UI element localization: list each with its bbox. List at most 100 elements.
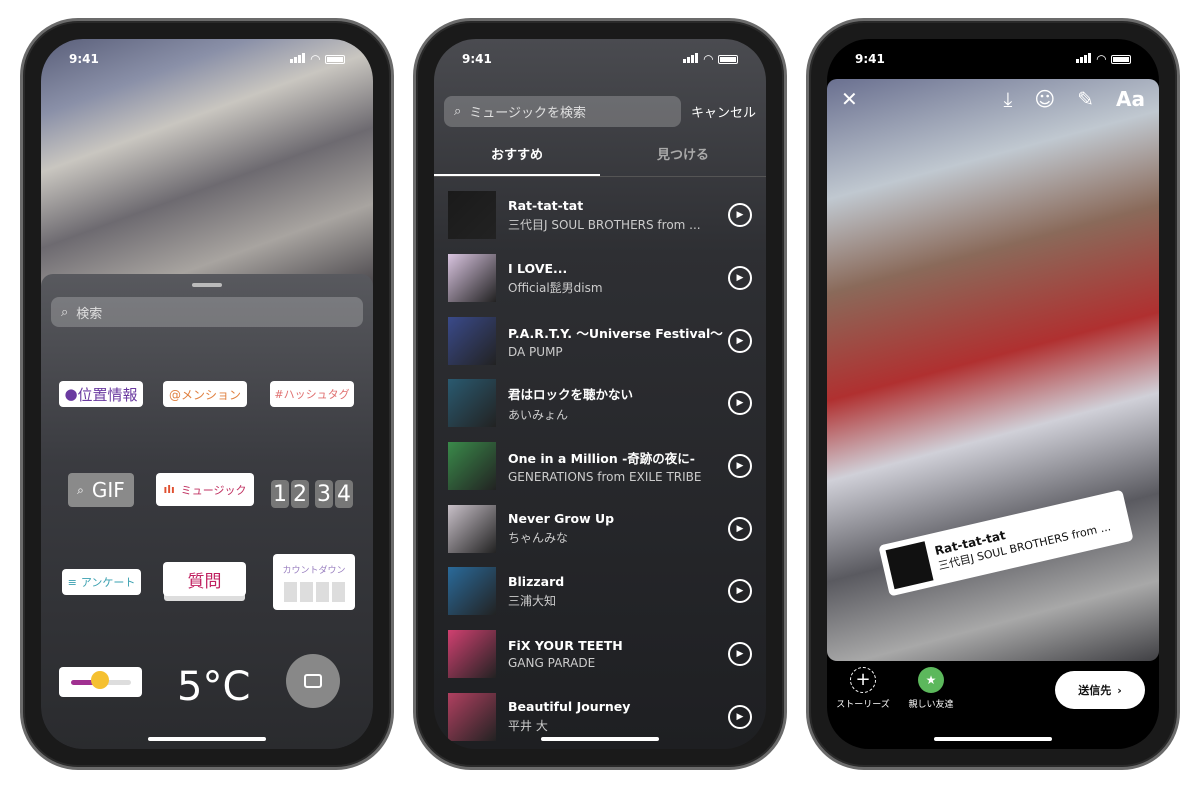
song-title: Blizzard bbox=[508, 573, 565, 589]
song-artist: GENERATIONS from EXILE TRIBE bbox=[508, 470, 702, 485]
screen: 9:41 ◠ ⌕ミュージックを検索 キャンセル おすすめ 見つける (functi… bbox=[434, 39, 766, 749]
status-bar: 9:41 ◠ bbox=[434, 39, 766, 79]
download-icon[interactable]: ⤓ bbox=[1004, 87, 1013, 111]
poll-icon: ≡ bbox=[67, 575, 77, 589]
song-row[interactable]: One in a Million -奇跡の夜に- GENERATIONS from… bbox=[434, 435, 766, 498]
draw-icon[interactable]: ✎ bbox=[1077, 87, 1094, 111]
gif-sticker[interactable]: ⌕ GIF bbox=[68, 473, 134, 507]
song-row[interactable]: P.A.R.T.Y. 〜Universe Festival〜 DA PUMP ▶ bbox=[434, 309, 766, 372]
song-artist: 三浦大知 bbox=[508, 593, 557, 608]
time-digit: 3 bbox=[315, 480, 333, 508]
wifi-icon: ◠ bbox=[1096, 52, 1106, 66]
song-artist: 平井 大 bbox=[508, 719, 548, 734]
status-bar: 9:41 ◠ bbox=[41, 39, 373, 79]
song-row[interactable]: FiX YOUR TEETH GANG PARADE ▶ bbox=[434, 623, 766, 686]
chevron-right-icon: › bbox=[1117, 683, 1122, 697]
tab-recommended[interactable]: おすすめ bbox=[434, 137, 600, 176]
screen: 9:41 ◠ ✕ ⤓ ☺ ✎ Aa Rat-tat-tat 三代目J SOUL BR… bbox=[827, 39, 1159, 749]
song-artist: ちゃんみな bbox=[508, 531, 569, 546]
search-icon: ⌕ bbox=[77, 482, 84, 497]
sticker-tray: ⌕ 検索 ● 位置情報 @メンション #ハッシュタグ ⌕ GIF ılı ミュージック … bbox=[41, 274, 373, 749]
song-row[interactable]: Rat-tat-tat 三代目J SOUL BROTHERS from ... ▶ bbox=[434, 184, 766, 247]
song-list: (function(){const d=JSON.parse(document.… bbox=[434, 184, 766, 748]
song-artist: GANG PARADE bbox=[508, 656, 596, 671]
play-icon[interactable]: ▶ bbox=[728, 704, 752, 729]
location-pin-icon: ● bbox=[64, 385, 78, 403]
drag-handle[interactable] bbox=[192, 283, 222, 287]
battery-icon bbox=[1111, 54, 1131, 64]
play-icon[interactable]: ▶ bbox=[728, 391, 752, 416]
song-row[interactable]: I LOVE... Official髭男dism ▶ bbox=[434, 247, 766, 310]
wifi-icon: ◠ bbox=[310, 52, 320, 66]
add-icon: + bbox=[850, 667, 876, 693]
song-title: FiX YOUR TEETH bbox=[508, 638, 623, 654]
status-time: 9:41 bbox=[462, 52, 492, 66]
status-icons: ◠ bbox=[1075, 52, 1131, 66]
album-art bbox=[448, 316, 496, 365]
play-icon[interactable]: ▶ bbox=[728, 266, 752, 291]
phone-music-search: 9:41 ◠ ⌕ミュージックを検索 キャンセル おすすめ 見つける (functi… bbox=[413, 18, 787, 770]
text-tool-button[interactable]: Aa bbox=[1116, 87, 1145, 111]
song-title: I LOVE... bbox=[508, 260, 568, 276]
send-to-button[interactable]: 送信先 › bbox=[1055, 671, 1145, 709]
mention-sticker[interactable]: @メンション bbox=[163, 381, 247, 407]
time-digit: 1 bbox=[271, 480, 289, 508]
song-artist: 三代目J SOUL BROTHERS from ... bbox=[508, 217, 701, 232]
music-bars-icon: ılı bbox=[163, 483, 175, 496]
tab-discover[interactable]: 見つける bbox=[600, 137, 766, 176]
stories-button[interactable]: + ストーリーズ bbox=[833, 667, 893, 710]
album-art bbox=[448, 630, 496, 679]
time-digit: 2 bbox=[291, 480, 309, 508]
status-time: 9:41 bbox=[855, 52, 885, 66]
music-sticker[interactable]: ılı ミュージック bbox=[156, 473, 254, 506]
song-title: Never Grow Up bbox=[508, 511, 615, 527]
question-sticker[interactable]: 質問 bbox=[163, 562, 246, 596]
time-digit: 4 bbox=[335, 480, 353, 508]
home-indicator bbox=[934, 737, 1052, 741]
battery-icon bbox=[718, 54, 738, 64]
album-art bbox=[448, 254, 496, 303]
phone-story-editor: 9:41 ◠ ✕ ⤓ ☺ ✎ Aa Rat-tat-tat 三代目J SOUL BR… bbox=[806, 18, 1180, 770]
story-photo bbox=[827, 79, 1159, 661]
song-row[interactable]: 君はロックを聴かない あいみょん ▶ bbox=[434, 372, 766, 435]
album-art bbox=[448, 442, 496, 491]
song-title: Rat-tat-tat bbox=[508, 197, 584, 213]
play-icon[interactable]: ▶ bbox=[728, 579, 752, 604]
song-title: One in a Million -奇跡の夜に- bbox=[508, 451, 695, 467]
song-artist: あいみょん bbox=[508, 407, 569, 422]
cancel-button[interactable]: キャンセル bbox=[691, 102, 756, 121]
camera-button[interactable] bbox=[286, 654, 340, 708]
poll-sticker[interactable]: ≡ アンケート bbox=[62, 569, 141, 595]
music-search-input[interactable]: ⌕ ミュージックを検索 bbox=[444, 96, 681, 127]
location-sticker[interactable]: ● 位置情報 bbox=[59, 381, 143, 407]
play-icon[interactable]: ▶ bbox=[728, 516, 752, 541]
time-sticker[interactable]: 1 2 3 4 bbox=[271, 480, 353, 508]
album-art bbox=[448, 379, 496, 428]
wifi-icon: ◠ bbox=[703, 52, 713, 66]
play-icon[interactable]: ▶ bbox=[728, 454, 752, 479]
countdown-sticker[interactable]: カウントダウン bbox=[273, 554, 355, 610]
status-icons: ◠ bbox=[682, 52, 738, 66]
play-icon[interactable]: ▶ bbox=[728, 328, 752, 353]
phone-sticker-tray: 9:41 ◠ ⌕ 検索 ● 位置情報 @メンション #ハッシュタグ ⌕ GIF ılı ミ… bbox=[20, 18, 394, 770]
status-time: 9:41 bbox=[69, 52, 99, 66]
play-icon[interactable]: ▶ bbox=[728, 642, 752, 667]
close-icon[interactable]: ✕ bbox=[841, 87, 1004, 111]
sticker-icon[interactable]: ☺ bbox=[1034, 87, 1055, 111]
search-icon: ⌕ bbox=[61, 304, 69, 320]
close-friends-button[interactable]: ★ 親しい友達 bbox=[903, 667, 959, 710]
album-art bbox=[448, 504, 496, 553]
song-title: P.A.R.T.Y. 〜Universe Festival〜 bbox=[508, 325, 723, 341]
status-icons: ◠ bbox=[289, 52, 345, 66]
emoji-slider-sticker[interactable] bbox=[59, 667, 142, 697]
album-art bbox=[885, 541, 934, 590]
song-row[interactable]: Never Grow Up ちゃんみな ▶ bbox=[434, 497, 766, 560]
song-row[interactable]: Blizzard 三浦大知 ▶ bbox=[434, 560, 766, 623]
hashtag-sticker[interactable]: #ハッシュタグ bbox=[270, 381, 354, 407]
temperature-sticker[interactable]: 5°C bbox=[177, 664, 250, 710]
screen: 9:41 ◠ ⌕ 検索 ● 位置情報 @メンション #ハッシュタグ ⌕ GIF ılı ミ… bbox=[41, 39, 373, 749]
song-artist: Official髭男dism bbox=[508, 280, 603, 295]
sticker-search-input[interactable]: ⌕ 検索 bbox=[51, 297, 363, 327]
home-indicator bbox=[148, 737, 266, 741]
play-icon[interactable]: ▶ bbox=[728, 203, 752, 228]
